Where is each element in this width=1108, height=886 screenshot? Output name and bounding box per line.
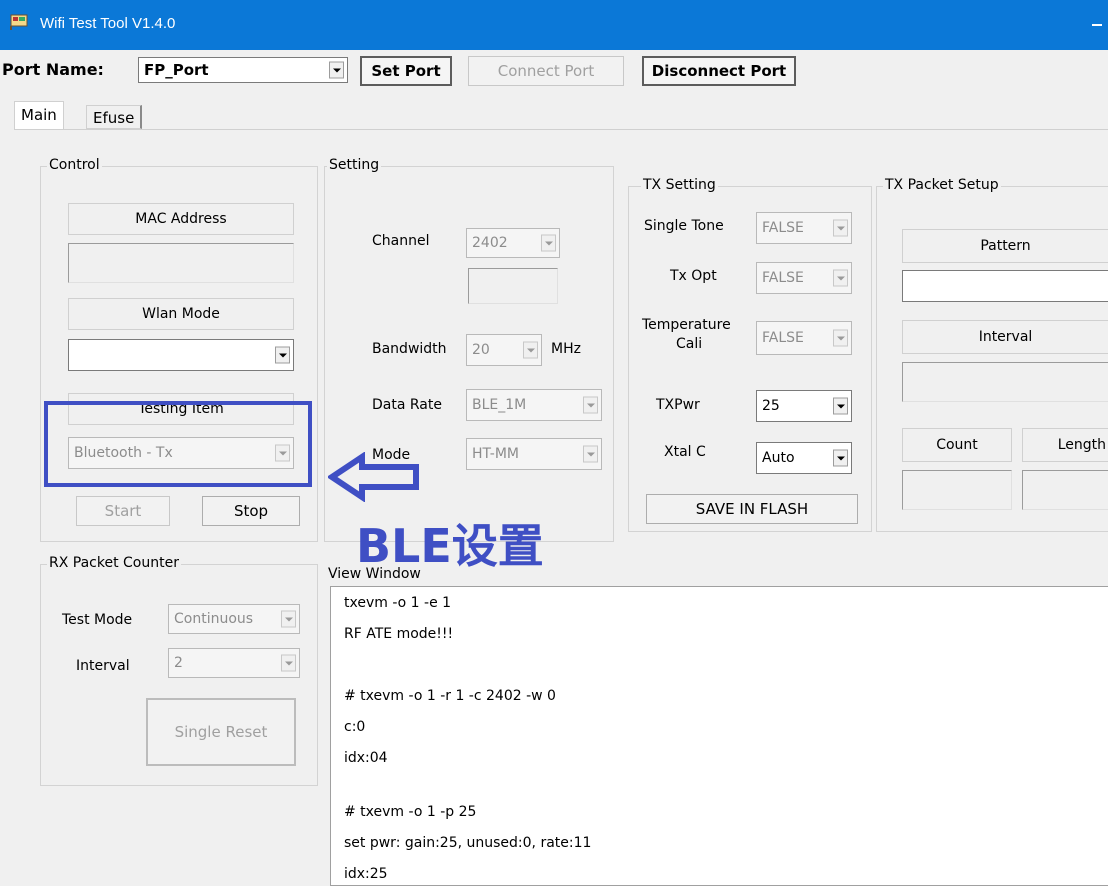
start-button[interactable]: Start [76,496,170,526]
rx-interval-select[interactable]: 2 [168,648,300,678]
log-line: idx:25 [344,866,388,882]
control-title: Control [47,157,102,173]
temperature-cali-select[interactable]: FALSE [756,321,852,355]
rx-packet-counter-title: RX Packet Counter [47,555,181,571]
port-select[interactable]: FP_Port [138,57,348,83]
connect-port-button[interactable]: Connect Port [468,56,624,86]
port-select-value: FP_Port [144,61,209,79]
save-in-flash-button[interactable]: SAVE IN FLASH [646,494,858,524]
bandwidth-unit: MHz [551,341,581,357]
log-line: c:0 [344,719,366,735]
test-mode-label: Test Mode [62,612,133,628]
chevron-down-icon[interactable] [583,396,598,414]
channel-value: 2402 [472,235,508,251]
xtal-c-value: Auto [762,450,795,466]
tx-opt-value: FALSE [762,270,804,286]
test-mode-value: Continuous [174,611,254,627]
wlan-mode-label: Wlan Mode [68,298,294,330]
stop-button[interactable]: Stop [202,496,300,526]
bandwidth-select[interactable]: 20 [466,334,542,366]
rx-interval-label: Interval [76,658,130,674]
single-reset-button[interactable]: Single Reset [146,698,296,766]
test-mode-select[interactable]: Continuous [168,604,300,634]
pattern-label: Pattern [902,229,1108,263]
mode-value: HT-MM [472,446,520,462]
single-tone-select[interactable]: FALSE [756,212,852,244]
tx-packet-setup-title: TX Packet Setup [883,177,1001,193]
data-rate-value: BLE_1M [472,397,527,413]
mac-address-field[interactable] [68,243,294,283]
txpwr-label: TXPwr [656,397,700,413]
txpwr-value: 25 [762,398,780,414]
window-title: Wifi Test Tool V1.4.0 [40,15,176,32]
annotation-highlight-box [44,401,312,487]
temperature-label: Temperature [642,317,731,333]
interval-tx-field[interactable] [902,362,1108,402]
single-tone-value: FALSE [762,220,804,236]
view-window-log[interactable]: txevm -o 1 -e 1 RF ATE mode!!! # txevm -… [330,586,1108,886]
txpwr-select[interactable]: 25 [756,390,852,422]
mode-select[interactable]: HT-MM [466,438,602,470]
log-line: # txevm -o 1 -p 25 [344,804,477,820]
data-rate-label: Data Rate [372,397,442,413]
set-port-button[interactable]: Set Port [360,56,452,86]
view-window-title: View Window [328,566,423,582]
disconnect-port-button[interactable]: Disconnect Port [642,56,796,86]
mac-address-label: MAC Address [68,203,294,235]
chevron-down-icon[interactable] [281,610,296,628]
chevron-down-icon[interactable] [275,346,290,364]
rx-interval-value: 2 [174,655,183,671]
tx-opt-select[interactable]: FALSE [756,262,852,294]
chevron-down-icon[interactable] [833,449,848,467]
length-field[interactable] [1022,470,1108,510]
chevron-down-icon[interactable] [541,234,556,252]
channel-select[interactable]: 2402 [466,228,560,258]
length-label: Length [1022,428,1108,462]
pattern-select[interactable] [902,270,1108,302]
chevron-down-icon[interactable] [833,269,848,287]
minimize-button[interactable] [1092,24,1102,26]
channel-field[interactable] [468,268,558,304]
count-field[interactable] [902,470,1012,510]
app-icon [10,14,28,30]
wlan-mode-select[interactable] [68,339,294,371]
title-bar: Wifi Test Tool V1.4.0 [0,0,1108,50]
tab-main-label: Main [21,106,57,124]
annotation-arrow-icon [328,452,419,502]
chevron-down-icon[interactable] [523,341,538,359]
chevron-down-icon[interactable] [833,219,848,237]
tab-efuse-label: Efuse [93,109,135,127]
tab-main[interactable]: Main [14,101,64,129]
temperature-cali-value: FALSE [762,330,804,346]
log-line: RF ATE mode!!! [344,626,454,642]
log-line: idx:04 [344,750,388,766]
cali-label: Cali [676,336,703,352]
count-label: Count [902,428,1012,462]
chevron-down-icon[interactable] [281,654,296,672]
xtal-c-select[interactable]: Auto [756,442,852,474]
tx-opt-label: Tx Opt [670,268,717,284]
channel-label: Channel [372,233,430,249]
port-name-label: Port Name: [2,60,104,79]
log-line: txevm -o 1 -e 1 [344,595,452,611]
tx-setting-title: TX Setting [641,177,718,193]
log-line: set pwr: gain:25, unused:0, rate:11 [344,835,592,851]
tab-efuse[interactable]: Efuse [86,105,143,129]
bandwidth-value: 20 [472,342,490,358]
single-tone-label: Single Tone [644,218,724,234]
interval-tx-label: Interval [902,320,1108,354]
chevron-down-icon[interactable] [583,445,598,463]
chevron-down-icon[interactable] [329,61,344,79]
data-rate-select[interactable]: BLE_1M [466,389,602,421]
setting-title: Setting [327,157,382,173]
xtal-c-label: Xtal C [664,444,706,460]
chevron-down-icon[interactable] [833,329,848,347]
chevron-down-icon[interactable] [833,397,848,415]
bandwidth-label: Bandwidth [372,341,447,357]
log-line: # txevm -o 1 -r 1 -c 2402 -w 0 [344,688,556,704]
